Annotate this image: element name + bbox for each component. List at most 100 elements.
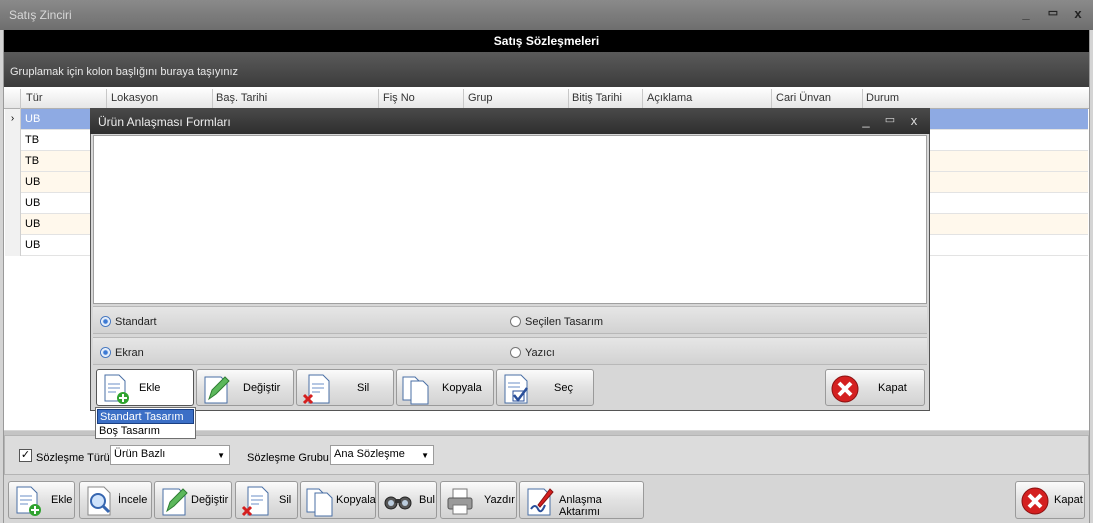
- cell-tur: TB: [25, 155, 40, 167]
- chevron-down-icon: ▼: [421, 451, 429, 460]
- menu-item-standard-design[interactable]: Standart Tasarım: [97, 409, 194, 424]
- column-header-bas-tarihi[interactable]: Baş. Tarihi: [216, 92, 267, 104]
- sign-document-icon: [527, 488, 554, 516]
- dialog-add-label: Ekle: [139, 382, 161, 394]
- dialog-titlebar[interactable]: Ürün Anlaşması Formları _ ▭ x: [90, 108, 930, 134]
- dialog-close-icon[interactable]: x: [906, 113, 922, 128]
- print-button-label: Yazdır: [484, 494, 515, 506]
- cell-tur: UB: [25, 197, 41, 209]
- delete-document-icon: [241, 486, 269, 517]
- cell-tur: UB: [25, 218, 41, 230]
- copy-icon: [402, 376, 429, 405]
- edit-button[interactable]: Değiştir: [154, 481, 232, 519]
- dialog-close-button[interactable]: Kapat: [825, 369, 925, 406]
- close-button-label: Kapat: [1054, 494, 1083, 506]
- maximize-icon[interactable]: ▭: [1045, 6, 1061, 19]
- copy-button[interactable]: Kopyala: [300, 481, 376, 519]
- column-header-tur[interactable]: Tür: [26, 92, 43, 104]
- screen-radio[interactable]: [100, 347, 111, 358]
- selected-design-radio-label[interactable]: Seçilen Tasarım: [525, 316, 603, 328]
- pencil-edit-icon: [204, 376, 230, 404]
- group-panel[interactable]: Gruplamak için kolon başlığını buraya ta…: [4, 52, 1089, 87]
- contract-type-value: Ürün Bazlı: [114, 448, 166, 460]
- delete-document-icon: [302, 374, 330, 405]
- printer-icon: [447, 488, 473, 515]
- dialog-delete-button[interactable]: Sil: [296, 369, 394, 406]
- print-button[interactable]: Yazdır: [440, 481, 517, 519]
- add-document-icon: [104, 374, 129, 404]
- printer-radio-label[interactable]: Yazıcı: [525, 347, 555, 359]
- grid-header: Tür Lokasyon Baş. Tarihi Fiş No Grup Bit…: [4, 89, 1089, 109]
- binoculars-icon: [384, 496, 412, 510]
- contract-group-value: Ana Sözleşme: [334, 448, 405, 460]
- output-radio-row: Ekran Yazıcı: [93, 337, 927, 365]
- dialog-maximize-icon[interactable]: ▭: [882, 113, 898, 126]
- minimize-icon[interactable]: _: [1018, 6, 1034, 21]
- dialog-select-button[interactable]: Seç: [496, 369, 594, 406]
- close-circle-icon: [1021, 487, 1049, 515]
- close-circle-icon: [831, 375, 859, 403]
- edit-button-label: Değiştir: [191, 494, 229, 506]
- screen-radio-label[interactable]: Ekran: [115, 347, 144, 359]
- add-document-icon: [16, 486, 41, 516]
- agreement-transfer-label: Anlaşma Aktarımı: [559, 494, 602, 518]
- chevron-down-icon: ▼: [217, 451, 225, 460]
- close-button[interactable]: Kapat: [1015, 481, 1085, 519]
- dialog-select-label: Seç: [554, 382, 573, 394]
- dialog-edit-label: Değiştir: [243, 382, 281, 394]
- find-button-label: Bul: [419, 494, 435, 506]
- close-icon[interactable]: x: [1070, 6, 1086, 21]
- dialog-add-button[interactable]: Ekle: [96, 369, 194, 406]
- column-header-durum[interactable]: Durum: [866, 92, 899, 104]
- page-title: Satış Sözleşmeleri: [4, 30, 1089, 52]
- column-header-lokasyon[interactable]: Lokasyon: [111, 92, 158, 104]
- inspect-button[interactable]: İncele: [79, 481, 152, 519]
- contract-type-select[interactable]: Ürün Bazlı ▼: [110, 445, 230, 465]
- column-header-fis-no[interactable]: Fiş No: [383, 92, 415, 104]
- standard-radio[interactable]: [100, 316, 111, 327]
- menu-item-blank-design[interactable]: Boş Tasarım: [97, 424, 194, 439]
- dialog-minimize-icon[interactable]: _: [858, 113, 874, 128]
- contract-type-checkbox[interactable]: ✓: [19, 449, 32, 462]
- magnifier-icon: [87, 486, 111, 516]
- add-button[interactable]: Ekle: [8, 481, 75, 519]
- find-button[interactable]: Bul: [378, 481, 437, 519]
- cell-tur: UB: [25, 113, 41, 125]
- column-header-aciklama[interactable]: Açıklama: [647, 92, 692, 104]
- design-radio-row: Standart Seçilen Tasarım: [93, 306, 927, 334]
- agreement-transfer-button[interactable]: Anlaşma Aktarımı: [519, 481, 644, 519]
- select-check-icon: [504, 374, 528, 404]
- copy-button-label: Kopyala: [336, 494, 376, 506]
- copy-icon: [306, 488, 333, 517]
- window-title: Satış Zinciri: [9, 8, 72, 22]
- dialog-edit-button[interactable]: Değiştir: [196, 369, 294, 406]
- contract-group-label: Sözleşme Grubu: [247, 452, 329, 464]
- contract-type-label: Sözleşme Türü: [36, 452, 110, 464]
- printer-radio[interactable]: [510, 347, 521, 358]
- column-header-grup[interactable]: Grup: [468, 92, 492, 104]
- pencil-edit-icon: [162, 488, 188, 516]
- cell-tur: TB: [25, 134, 40, 146]
- column-header-bitis-tarihi[interactable]: Bitiş Tarihi: [572, 92, 622, 104]
- dialog-delete-label: Sil: [357, 382, 370, 394]
- filter-bar: ✓ Sözleşme Türü Ürün Bazlı ▼ Sözleşme Gr…: [4, 435, 1089, 475]
- dialog-copy-button[interactable]: Kopyala: [396, 369, 494, 406]
- cell-tur: UB: [25, 176, 41, 188]
- selected-design-radio[interactable]: [510, 316, 521, 327]
- group-hint: Gruplamak için kolon başlığını buraya ta…: [10, 66, 239, 78]
- inspect-button-label: İncele: [118, 494, 148, 506]
- standard-radio-label[interactable]: Standart: [115, 316, 157, 328]
- dialog-title: Ürün Anlaşması Formları: [98, 115, 231, 129]
- delete-button-label: Sil: [279, 494, 292, 506]
- add-dropdown-menu: Standart Tasarım Boş Tasarım: [95, 407, 196, 439]
- form-list[interactable]: [93, 135, 927, 304]
- contract-group-select[interactable]: Ana Sözleşme ▼: [330, 445, 434, 465]
- window-titlebar: Satış Zinciri _ ▭ x: [0, 0, 1093, 30]
- row-indicator-icon: ›: [5, 109, 21, 130]
- dialog-close-label: Kapat: [878, 382, 907, 394]
- delete-button[interactable]: Sil: [235, 481, 298, 519]
- cell-tur: UB: [25, 239, 41, 251]
- dialog-copy-label: Kopyala: [442, 382, 482, 394]
- column-header-cari-unvan[interactable]: Cari Ünvan: [776, 92, 831, 104]
- add-button-label: Ekle: [51, 494, 73, 506]
